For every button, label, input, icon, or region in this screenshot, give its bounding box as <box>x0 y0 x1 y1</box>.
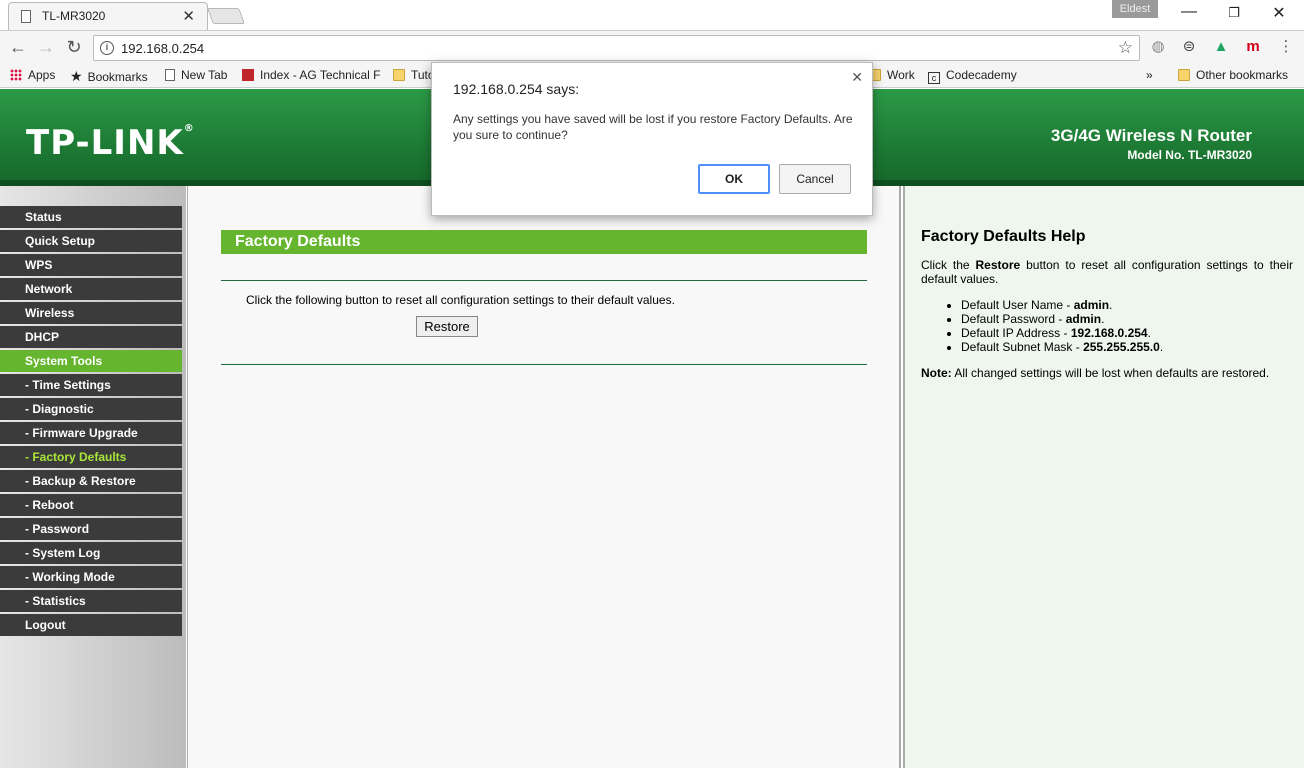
list-item: Default Password - admin. <box>961 312 1163 326</box>
restore-button[interactable]: Restore <box>416 316 478 337</box>
apps-grid-icon <box>10 69 22 81</box>
bookmark-codecademy[interactable]: c Codecademy <box>928 68 1017 84</box>
bookmark-tuto[interactable]: Tuto <box>393 68 435 82</box>
help-title: Factory Defaults Help <box>921 228 1086 245</box>
sidebar-item-reboot[interactable]: - Reboot <box>0 494 182 516</box>
tab-close-icon[interactable]: ✕ <box>182 7 195 25</box>
product-name: 3G/4G Wireless N Router <box>1050 126 1252 145</box>
new-tab-button[interactable] <box>207 8 245 24</box>
profile-badge[interactable]: Eldest <box>1112 0 1158 18</box>
dialog-message: Any settings you have saved will be lost… <box>453 112 853 142</box>
help-defaults-list: Default User Name - admin. Default Passw… <box>961 298 1163 354</box>
page-title: Factory Defaults <box>221 230 867 254</box>
ok-button[interactable]: OK <box>698 164 770 194</box>
browser-tab-strip: TL-MR3020 ✕ Eldest — ❐ ✕ <box>0 0 1304 30</box>
sidebar-menu: Status Quick Setup WPS Network Wireless … <box>0 186 186 768</box>
star-icon: ★ <box>70 68 83 84</box>
minimize-icon[interactable]: — <box>1179 3 1199 21</box>
back-icon[interactable]: ← <box>8 37 28 57</box>
help-panel: Factory Defaults Help Click the Restore … <box>903 186 1304 768</box>
sidebar-item-password[interactable]: - Password <box>0 518 182 540</box>
list-item: Default Subnet Mask - 255.255.255.0. <box>961 340 1163 354</box>
sidebar-item-quick-setup[interactable]: Quick Setup <box>0 230 182 252</box>
sync-extension-icon[interactable]: ⊜ <box>1180 38 1198 56</box>
url-text[interactable]: 192.168.0.254 <box>121 41 204 56</box>
bookmark-new-tab[interactable]: New Tab <box>165 68 227 82</box>
bookmark-star-icon[interactable]: ☆ <box>1118 38 1133 58</box>
divider <box>221 364 867 365</box>
page-icon <box>21 10 31 23</box>
dialog-title: 192.168.0.254 says: <box>453 81 580 97</box>
maximize-icon[interactable]: ❐ <box>1224 5 1244 21</box>
sidebar-item-wireless[interactable]: Wireless <box>0 302 182 324</box>
sidebar-item-wps[interactable]: WPS <box>0 254 182 276</box>
site-icon <box>242 69 254 81</box>
codecademy-icon: c <box>928 72 940 84</box>
sidebar-item-statistics[interactable]: - Statistics <box>0 590 182 612</box>
main-content: Factory Defaults Click the following but… <box>187 186 901 768</box>
cancel-button[interactable]: Cancel <box>779 164 851 194</box>
page-icon <box>165 69 175 81</box>
sidebar-item-status[interactable]: Status <box>0 206 182 228</box>
list-item: Default User Name - admin. <box>961 298 1163 312</box>
bookmark-apps[interactable]: Apps <box>10 68 55 82</box>
sidebar-item-dhcp[interactable]: DHCP <box>0 326 182 348</box>
sidebar-item-system-log[interactable]: - System Log <box>0 542 182 564</box>
dialog-close-icon[interactable]: ✕ <box>851 69 863 86</box>
info-icon[interactable]: i <box>100 41 114 55</box>
divider <box>221 280 867 281</box>
sidebar-item-network[interactable]: Network <box>0 278 182 300</box>
forward-icon[interactable]: → <box>36 37 56 57</box>
bookmark-index[interactable]: Index - AG Technical F <box>242 68 381 82</box>
folder-icon <box>1178 69 1190 81</box>
bookmark-bookmarks[interactable]: ★ Bookmarks <box>70 68 148 85</box>
help-intro: Click the Restore button to reset all co… <box>921 258 1293 286</box>
browser-toolbar: ← → ↻ i 192.168.0.254 ☆ ◍ ⊜ ▲ m ⋮ <box>0 30 1304 64</box>
sidebar-item-factory-defaults[interactable]: - Factory Defaults <box>0 446 182 468</box>
mega-extension-icon[interactable]: m <box>1244 38 1262 56</box>
globe-extension-icon[interactable]: ◍ <box>1149 38 1167 56</box>
page-description: Click the following button to reset all … <box>246 293 675 307</box>
tp-link-logo: TP-LINK® <box>26 123 195 163</box>
browser-tab[interactable]: TL-MR3020 ✕ <box>8 2 208 30</box>
tab-title: TL-MR3020 <box>42 9 106 23</box>
folder-icon <box>393 69 405 81</box>
window-close-icon[interactable]: ✕ <box>1269 3 1289 23</box>
reload-icon[interactable]: ↻ <box>64 37 84 57</box>
bookmark-work[interactable]: Work <box>869 68 915 82</box>
sidebar-item-logout[interactable]: Logout <box>0 614 182 636</box>
bookmark-other[interactable]: Other bookmarks <box>1178 68 1288 82</box>
sidebar-item-backup-restore[interactable]: - Backup & Restore <box>0 470 182 492</box>
sidebar-item-working-mode[interactable]: - Working Mode <box>0 566 182 588</box>
address-bar[interactable]: i 192.168.0.254 ☆ <box>93 35 1140 61</box>
sidebar-item-firmware-upgrade[interactable]: - Firmware Upgrade <box>0 422 182 444</box>
help-note: Note: All changed settings will be lost … <box>921 366 1270 380</box>
drive-extension-icon[interactable]: ▲ <box>1212 38 1230 56</box>
menu-dots-icon[interactable]: ⋮ <box>1277 38 1295 56</box>
sidebar-item-system-tools[interactable]: System Tools <box>0 350 182 372</box>
sidebar-item-diagnostic[interactable]: - Diagnostic <box>0 398 182 420</box>
model-number: Model No. TL-MR3020 <box>1127 148 1252 162</box>
sidebar-item-time-settings[interactable]: - Time Settings <box>0 374 182 396</box>
confirm-dialog: 192.168.0.254 says: ✕ Any settings you h… <box>431 62 873 216</box>
bookmarks-overflow[interactable]: » <box>1146 68 1153 82</box>
list-item: Default IP Address - 192.168.0.254. <box>961 326 1163 340</box>
